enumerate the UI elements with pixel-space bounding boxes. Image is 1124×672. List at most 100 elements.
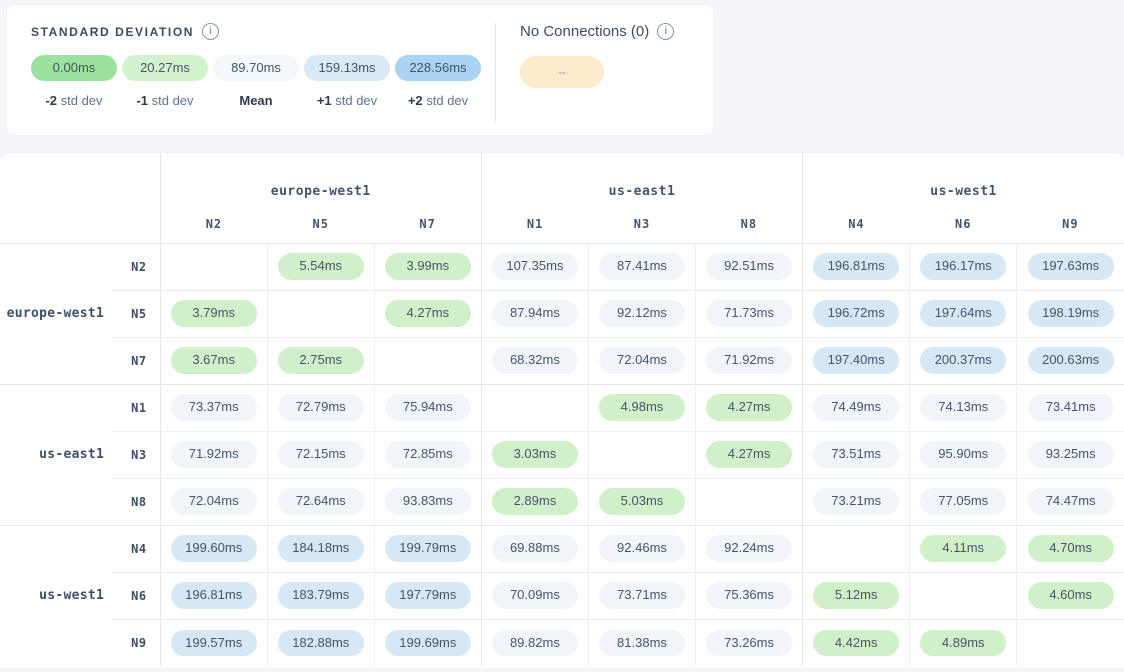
latency-cell[interactable]: 77.05ms [910,478,1017,525]
latency-pill[interactable]: 183.79ms [278,582,364,608]
latency-pill[interactable]: 73.37ms [171,394,257,420]
latency-pill[interactable]: 5.54ms [278,253,364,279]
latency-cell[interactable]: 4.60ms [1017,572,1124,619]
latency-cell[interactable]: 74.49ms [803,384,910,431]
latency-pill[interactable]: 199.69ms [385,630,471,656]
latency-pill[interactable]: 5.12ms [813,582,899,608]
row-node-label[interactable]: N4 [112,525,160,572]
latency-pill[interactable]: 200.37ms [920,347,1006,373]
latency-pill[interactable]: 198.19ms [1028,300,1114,326]
latency-pill[interactable]: 197.79ms [385,582,471,608]
column-node-label[interactable]: N2 [160,205,267,243]
latency-pill[interactable]: 73.21ms [813,488,899,514]
latency-cell[interactable]: 72.04ms [588,337,695,384]
latency-pill[interactable]: 3.79ms [171,300,257,326]
latency-pill[interactable]: 197.63ms [1028,253,1114,279]
latency-cell[interactable]: 73.21ms [803,478,910,525]
latency-cell[interactable]: 197.40ms [803,337,910,384]
latency-pill[interactable]: 4.60ms [1028,582,1114,608]
latency-pill[interactable]: 72.04ms [599,347,685,373]
latency-pill[interactable]: 182.88ms [278,630,364,656]
latency-cell[interactable]: 184.18ms [267,525,374,572]
latency-pill[interactable]: 69.88ms [492,535,578,561]
latency-pill[interactable]: 68.32ms [492,347,578,373]
latency-pill[interactable]: 74.13ms [920,394,1006,420]
column-node-label[interactable]: N5 [267,205,374,243]
latency-cell[interactable]: 70.09ms [481,572,588,619]
latency-cell[interactable]: 73.51ms [803,431,910,478]
latency-pill[interactable]: 3.03ms [492,441,578,467]
latency-cell[interactable]: 75.36ms [696,572,803,619]
latency-pill[interactable]: 72.85ms [385,441,471,467]
latency-pill[interactable]: 107.35ms [492,253,578,279]
latency-cell[interactable]: 3.99ms [374,243,481,290]
latency-pill[interactable]: 199.79ms [385,535,471,561]
latency-cell[interactable]: 2.75ms [267,337,374,384]
latency-pill[interactable]: 4.98ms [599,394,685,420]
latency-pill[interactable]: 71.92ms [706,347,792,373]
latency-cell[interactable]: 196.72ms [803,290,910,337]
latency-cell[interactable]: 5.12ms [803,572,910,619]
latency-cell[interactable]: 71.92ms [160,431,267,478]
latency-cell[interactable]: 69.88ms [481,525,588,572]
latency-pill[interactable]: 92.46ms [599,535,685,561]
latency-pill[interactable]: 3.99ms [385,253,471,279]
latency-cell[interactable]: 197.64ms [910,290,1017,337]
latency-cell[interactable]: 199.79ms [374,525,481,572]
latency-cell[interactable]: 182.88ms [267,619,374,666]
latency-cell[interactable]: 71.73ms [696,290,803,337]
latency-pill[interactable]: 199.57ms [171,630,257,656]
latency-cell[interactable]: 73.41ms [1017,384,1124,431]
latency-pill[interactable]: 4.27ms [385,300,471,326]
latency-cell[interactable]: 4.27ms [374,290,481,337]
latency-pill[interactable]: 2.75ms [278,347,364,373]
no-connections-info-icon[interactable]: i [657,23,674,40]
latency-pill[interactable]: 72.79ms [278,394,364,420]
latency-cell[interactable]: 73.26ms [696,619,803,666]
latency-cell[interactable]: 93.83ms [374,478,481,525]
column-node-label[interactable]: N1 [481,205,588,243]
row-node-label[interactable]: N3 [112,431,160,478]
latency-pill[interactable]: 87.94ms [492,300,578,326]
latency-pill[interactable]: 196.81ms [813,253,899,279]
latency-pill[interactable]: 75.36ms [706,582,792,608]
latency-pill[interactable]: 196.72ms [813,300,899,326]
row-node-label[interactable]: N9 [112,619,160,666]
latency-cell[interactable]: 73.37ms [160,384,267,431]
latency-pill[interactable]: 95.90ms [920,441,1006,467]
latency-pill[interactable]: 197.64ms [920,300,1006,326]
latency-pill[interactable]: 73.26ms [706,630,792,656]
row-node-label[interactable]: N8 [112,478,160,525]
latency-cell[interactable]: 107.35ms [481,243,588,290]
latency-cell[interactable]: 200.37ms [910,337,1017,384]
latency-cell[interactable]: 4.89ms [910,619,1017,666]
latency-cell[interactable]: 199.69ms [374,619,481,666]
latency-pill[interactable]: 92.24ms [706,535,792,561]
latency-cell[interactable]: 3.79ms [160,290,267,337]
latency-cell[interactable]: 2.89ms [481,478,588,525]
latency-cell[interactable]: 4.98ms [588,384,695,431]
latency-pill[interactable]: 200.63ms [1028,347,1114,373]
latency-cell[interactable]: 200.63ms [1017,337,1124,384]
latency-cell[interactable]: 68.32ms [481,337,588,384]
latency-pill[interactable]: 71.92ms [171,441,257,467]
column-node-label[interactable]: N6 [910,205,1017,243]
latency-pill[interactable]: 70.09ms [492,582,578,608]
latency-cell[interactable]: 3.67ms [160,337,267,384]
latency-cell[interactable]: 196.17ms [910,243,1017,290]
latency-pill[interactable]: 89.82ms [492,630,578,656]
latency-cell[interactable]: 4.27ms [696,384,803,431]
latency-cell[interactable]: 75.94ms [374,384,481,431]
latency-pill[interactable]: 92.51ms [706,253,792,279]
latency-cell[interactable]: 198.19ms [1017,290,1124,337]
latency-cell[interactable]: 74.13ms [910,384,1017,431]
latency-pill[interactable]: 75.94ms [385,394,471,420]
latency-cell[interactable]: 5.54ms [267,243,374,290]
latency-pill[interactable]: 71.73ms [706,300,792,326]
latency-pill[interactable]: 4.70ms [1028,535,1114,561]
latency-cell[interactable]: 93.25ms [1017,431,1124,478]
column-node-label[interactable]: N4 [803,205,910,243]
latency-pill[interactable]: 199.60ms [171,535,257,561]
std-deviation-info-icon[interactable]: i [202,23,219,40]
latency-cell[interactable]: 199.57ms [160,619,267,666]
